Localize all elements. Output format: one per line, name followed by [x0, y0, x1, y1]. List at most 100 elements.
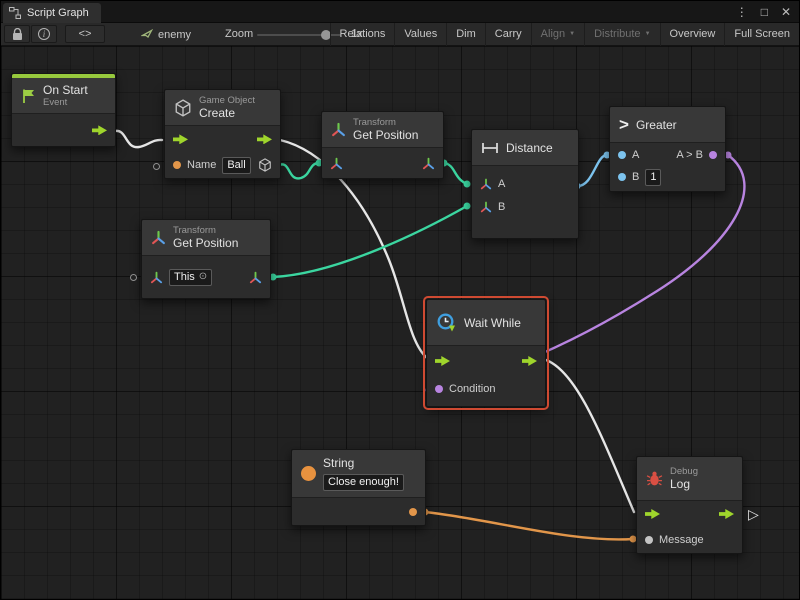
node-category: Transform [173, 225, 238, 236]
window-menu-icon[interactable]: ⋮ [736, 5, 748, 19]
node-title: Wait While [464, 316, 521, 330]
tab-title: Script Graph [27, 7, 89, 19]
result-bool-port[interactable] [709, 151, 717, 159]
flow-stub-icon: ▷ [748, 507, 759, 521]
port-label-message: Message [659, 534, 704, 546]
flow-out-port[interactable] [92, 125, 107, 135]
wire-waitwhile-to-log[interactable] [546, 360, 634, 512]
game-object-output-port[interactable] [258, 158, 272, 172]
node-wait-while[interactable]: Wait While Condition [426, 299, 546, 407]
flow-in-port[interactable] [173, 134, 188, 144]
node-title: String [323, 456, 404, 470]
wire-string-to-message[interactable] [425, 512, 633, 539]
values-button[interactable]: Values [394, 23, 446, 46]
flow-out-port[interactable] [257, 134, 272, 144]
port-label-a: A [632, 149, 639, 161]
transform-in-port[interactable] [150, 271, 163, 284]
graph-pointer-icon [141, 29, 153, 41]
name-value-field[interactable]: Ball [222, 157, 250, 174]
node-get-position-left[interactable]: Transform Get Position This ⊙ [141, 219, 271, 299]
flow-in-port[interactable] [645, 509, 660, 519]
script-graph-window: Script Graph ⋮ □ ✕ i <> en [0, 0, 800, 600]
distribute-label: Distribute [594, 24, 640, 45]
node-title: Get Position [173, 236, 238, 250]
zoom-label: Zoom [225, 23, 253, 46]
string-output-port[interactable] [409, 508, 417, 516]
a-float-port[interactable] [618, 151, 626, 159]
wire-onstart-to-create[interactable] [115, 131, 162, 147]
node-string[interactable]: String Close enough! [291, 449, 426, 526]
object-picker-icon[interactable]: ⊙ [199, 272, 207, 282]
wire-getposition-to-distance-a[interactable] [444, 163, 467, 184]
chevron-down-icon: ▼ [645, 24, 651, 45]
flow-out-port[interactable] [522, 356, 537, 366]
lock-button[interactable] [4, 25, 30, 43]
graph-toolbar: i <> enemy Zoom 1x Relations Values Dim … [1, 23, 799, 46]
code-view-button[interactable]: <> [65, 25, 105, 43]
carry-button[interactable]: Carry [485, 23, 531, 46]
condition-bool-port[interactable] [435, 385, 443, 393]
port-label-b: B [498, 201, 505, 213]
bug-icon [646, 470, 663, 487]
graph-breadcrumb[interactable]: enemy [141, 23, 191, 46]
b-value-field[interactable]: 1 [645, 169, 661, 186]
align-button[interactable]: Align ▼ [531, 23, 584, 46]
zoom-slider[interactable] [257, 34, 341, 36]
cube-icon [174, 99, 192, 117]
info-icon: i [38, 28, 50, 40]
target-value: This [174, 270, 195, 285]
flag-icon [21, 88, 36, 104]
info-button[interactable]: i [31, 25, 57, 43]
vector-b-port[interactable] [480, 201, 492, 213]
toolbar-buttons: Relations Values Dim Carry Align ▼ Distr… [330, 23, 799, 46]
node-greater[interactable]: > Greater A A > B B 1 [609, 106, 726, 192]
unconnected-port[interactable] [130, 274, 137, 281]
vector-a-port[interactable] [480, 178, 492, 190]
graph-canvas[interactable]: On Start Event Game Object Create [1, 46, 799, 599]
maximize-icon[interactable]: □ [761, 5, 768, 19]
flow-in-port[interactable] [435, 356, 450, 366]
node-debug-log[interactable]: Debug Log Message [636, 456, 743, 554]
node-category: Transform [353, 117, 418, 128]
node-subtitle: Event [43, 97, 88, 108]
node-get-position-top[interactable]: Transform Get Position [321, 111, 444, 179]
transform-axes-icon [331, 122, 346, 137]
position-out-port[interactable] [249, 271, 262, 284]
node-title: Greater [636, 118, 677, 132]
string-value-field[interactable]: Close enough! [323, 474, 404, 491]
overview-button[interactable]: Overview [660, 23, 725, 46]
message-port[interactable] [645, 536, 653, 544]
code-icon: <> [79, 28, 92, 40]
target-object-field[interactable]: This ⊙ [169, 269, 212, 286]
position-out-port[interactable] [422, 157, 435, 170]
distribute-button[interactable]: Distribute ▼ [584, 23, 659, 46]
window-controls: ⋮ □ ✕ [736, 1, 791, 23]
unconnected-port[interactable] [153, 163, 160, 170]
transform-axes-icon [151, 230, 166, 245]
node-create[interactable]: Game Object Create Name Ball [164, 89, 281, 179]
node-on-start-event[interactable]: On Start Event [11, 73, 116, 147]
node-title: Distance [506, 141, 553, 155]
wire-distance-to-greater[interactable] [577, 155, 607, 186]
node-category: Debug [670, 466, 698, 477]
wire-create-to-getposition[interactable] [277, 163, 319, 178]
close-icon[interactable]: ✕ [781, 5, 791, 19]
fullscreen-button[interactable]: Full Screen [724, 23, 799, 46]
tab-script-graph[interactable]: Script Graph [3, 3, 101, 23]
relations-button[interactable]: Relations [330, 23, 395, 46]
node-distance[interactable]: Distance A B [471, 129, 579, 239]
wire-getposition-to-distance-b[interactable] [273, 206, 467, 277]
port-label-name: Name [187, 159, 216, 171]
dim-button[interactable]: Dim [446, 23, 485, 46]
transform-in-port[interactable] [330, 157, 343, 170]
b-float-port[interactable] [618, 173, 626, 181]
distance-icon [481, 142, 499, 154]
output-label: A > B [676, 149, 703, 161]
node-category: Game Object [199, 95, 255, 106]
name-string-port[interactable] [173, 161, 181, 169]
script-graph-icon [9, 7, 21, 19]
graph-name: enemy [158, 29, 191, 41]
flow-out-port[interactable] [719, 509, 734, 519]
titlebar: Script Graph ⋮ □ ✕ [1, 1, 799, 23]
node-title: Get Position [353, 128, 418, 142]
